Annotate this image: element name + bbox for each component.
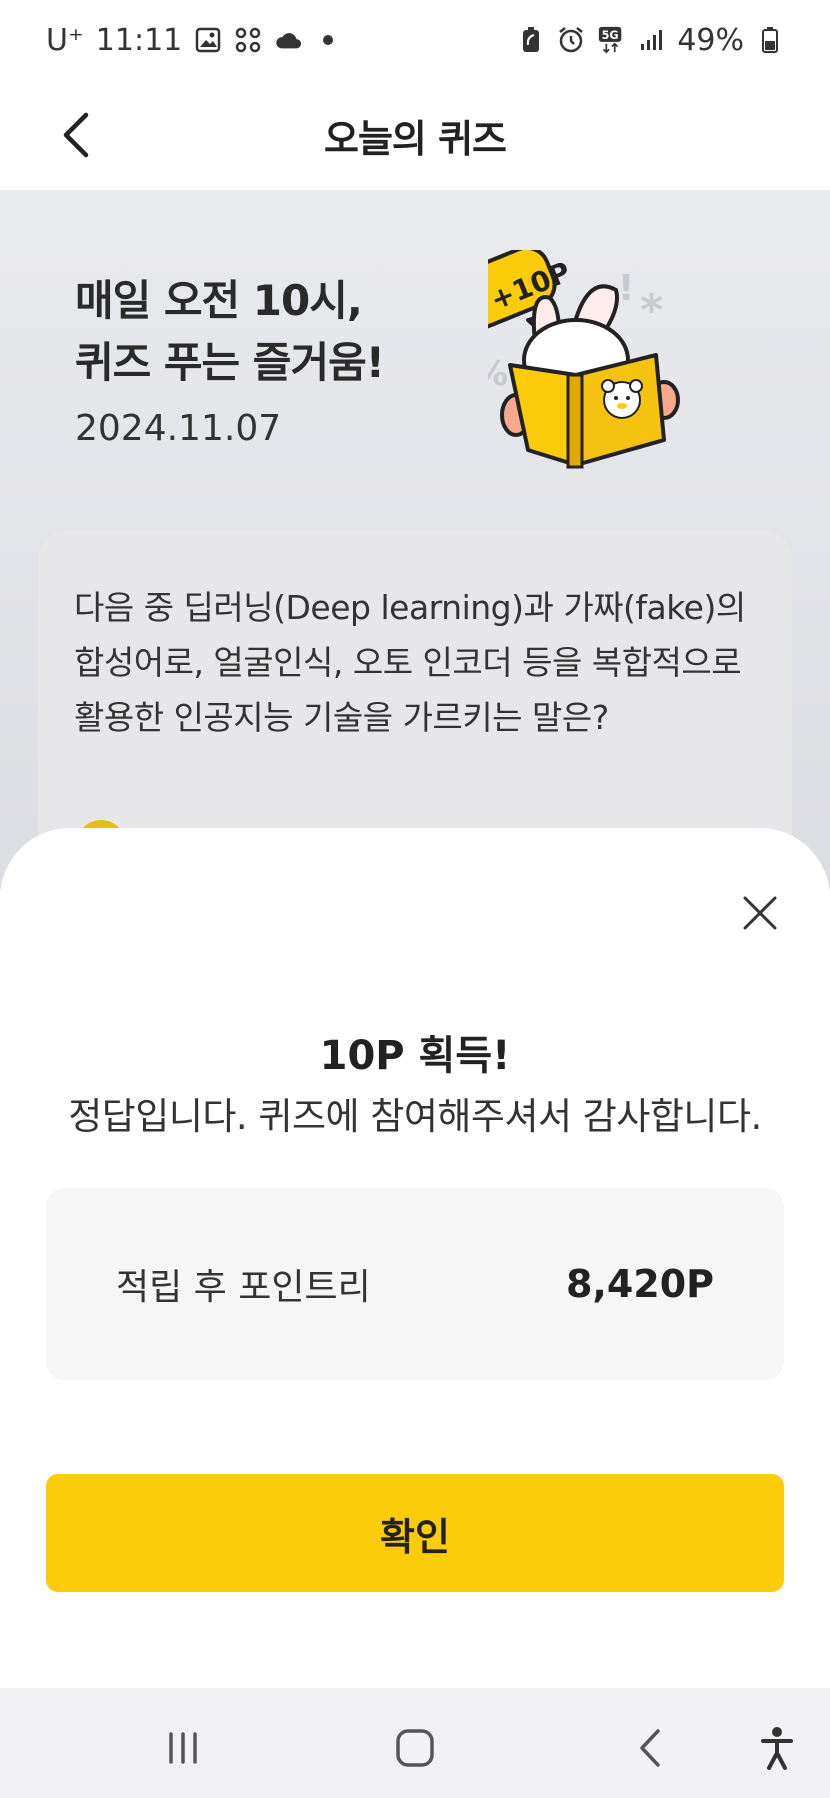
hero-headline: 매일 오전 10시, 퀴즈 푸는 즐거움!	[75, 270, 385, 394]
hero-section: 매일 오전 10시, 퀴즈 푸는 즐거움! 2024.11.07 ! * % +…	[0, 190, 830, 930]
result-message: 정답입니다. 퀴즈에 참여해주셔서 감사합니다.	[68, 1095, 762, 1138]
back-button[interactable]	[40, 100, 110, 170]
recent-apps-icon	[169, 1732, 197, 1764]
app-grid-icon	[234, 26, 262, 54]
result-title: 10P 획득!	[319, 1033, 511, 1079]
back-icon	[640, 1729, 660, 1767]
close-icon	[743, 896, 777, 930]
confirm-button[interactable]: 확인	[46, 1474, 784, 1592]
cloud-icon	[274, 26, 302, 54]
battery-percent: 49%	[677, 22, 744, 58]
system-nav-bar	[0, 1688, 830, 1798]
battery-icon	[756, 26, 784, 54]
home-icon	[396, 1729, 434, 1767]
points-label: 적립 후 포인트리	[116, 1267, 371, 1308]
status-right: 5G 49%	[517, 23, 784, 58]
accessibility-button[interactable]	[747, 1718, 807, 1778]
result-bottom-sheet: 10P 획득! 정답입니다. 퀴즈에 참여해주셔서 감사합니다. 적립 후 포인…	[0, 828, 830, 1688]
app-header: 오늘의 퀴즈	[0, 80, 830, 190]
svg-text:!: !	[618, 268, 634, 309]
hero-headline-line2: 퀴즈 푸는 즐거움!	[75, 338, 385, 387]
battery-saver-icon	[517, 26, 545, 54]
carrier-label: U⁺	[46, 22, 84, 58]
points-summary-box: 적립 후 포인트리 8,420P	[46, 1188, 784, 1380]
network-5g-icon: 5G	[597, 26, 625, 54]
close-button[interactable]	[730, 883, 790, 943]
page-title: 오늘의 퀴즈	[323, 116, 507, 161]
quiz-question-text: 다음 중 딥러닝(Deep learning)과 가짜(fake)의 합성어로,…	[74, 588, 746, 737]
bunny-reading-book-illustration: ! * % +10P	[488, 250, 680, 469]
status-left: U⁺ 11:11	[46, 23, 342, 58]
status-time: 11:11	[95, 22, 183, 58]
accessibility-icon	[761, 1727, 793, 1770]
home-button[interactable]	[385, 1718, 445, 1778]
svg-text:%: %	[488, 354, 508, 394]
quiz-date: 2024.11.07	[75, 408, 282, 449]
dot-icon	[314, 26, 342, 54]
image-icon	[194, 26, 222, 54]
chevron-left-icon	[63, 112, 89, 158]
signal-icon	[637, 26, 665, 54]
points-value: 8,420P	[565, 1262, 714, 1306]
svg-text:*: *	[640, 285, 663, 336]
recent-apps-button[interactable]	[153, 1718, 213, 1778]
alarm-icon	[557, 26, 585, 54]
svg-text:5G: 5G	[602, 29, 619, 42]
back-nav-button[interactable]	[620, 1718, 680, 1778]
status-bar: U⁺ 11:11 5G 49%	[0, 0, 830, 80]
hero-headline-line1: 매일 오전 10시,	[75, 276, 363, 325]
